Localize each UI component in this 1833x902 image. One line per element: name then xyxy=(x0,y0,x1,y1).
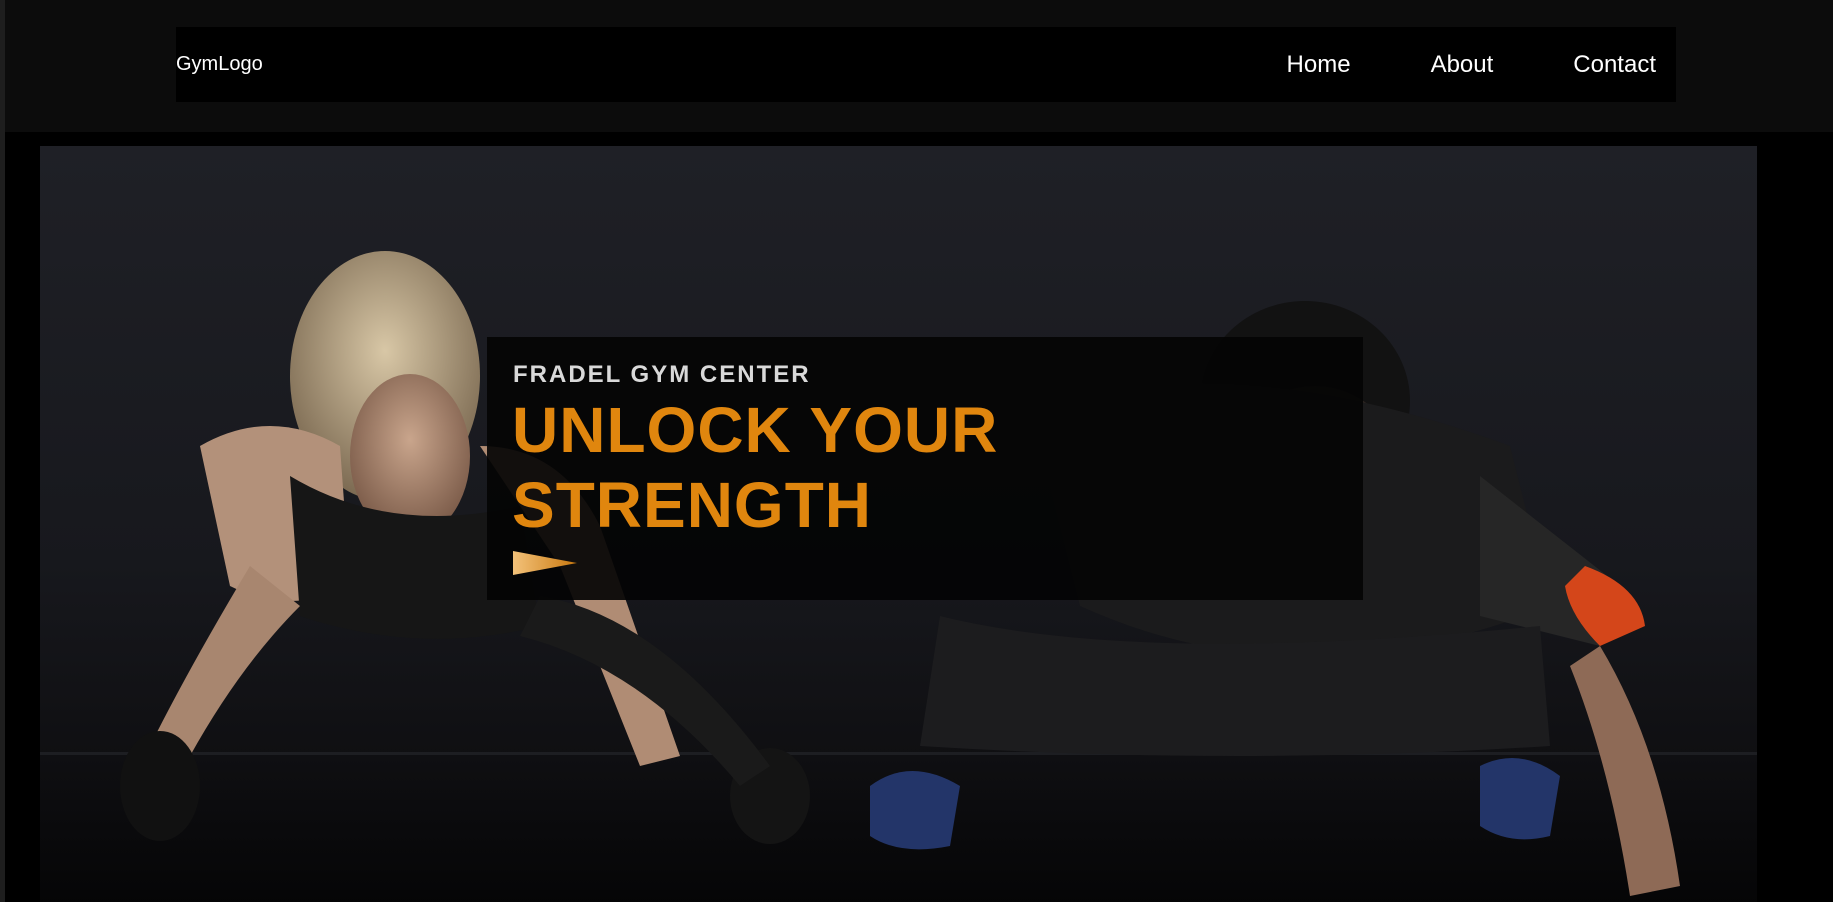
nav-links: Home About Contact xyxy=(1207,51,1656,79)
page: GymLogo Home About Contact FRADEL GYM CE… xyxy=(0,0,1833,902)
logo[interactable]: GymLogo xyxy=(176,53,263,76)
nav-home-link[interactable]: Home xyxy=(1287,51,1351,79)
navbar: GymLogo Home About Contact xyxy=(176,27,1676,102)
nav-about-link[interactable]: About xyxy=(1431,51,1494,79)
nav-contact-link[interactable]: Contact xyxy=(1573,51,1656,79)
hero-headline-line2: STRENGTH xyxy=(512,469,872,541)
hero-headline: UNLOCK YOUR STRENGTH xyxy=(512,393,1312,543)
play-arrow-icon[interactable] xyxy=(513,551,577,575)
right-edge-strip xyxy=(1757,132,1833,902)
hero-headline-line1: UNLOCK YOUR xyxy=(512,394,999,466)
hero-text-panel: FRADEL GYM CENTER UNLOCK YOUR STRENGTH xyxy=(487,337,1363,600)
hero-subtitle: FRADEL GYM CENTER xyxy=(513,361,811,388)
